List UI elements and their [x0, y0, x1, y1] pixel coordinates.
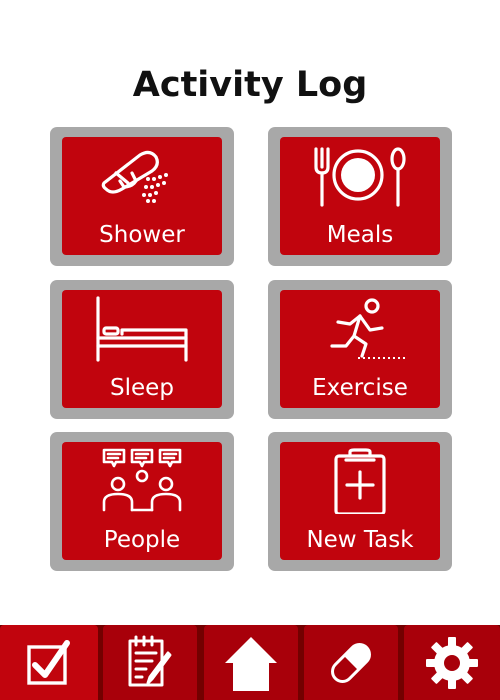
tile-label-exercise: Exercise — [312, 375, 408, 401]
exercise-tile[interactable]: Exercise — [268, 280, 452, 419]
nav-home-button[interactable] — [204, 625, 298, 700]
tile-label-meals: Meals — [326, 222, 394, 248]
shower-icon — [101, 150, 168, 203]
nav-medication-button[interactable] — [304, 625, 398, 700]
tile-label-shower: Shower — [99, 222, 185, 248]
meals-icon — [314, 147, 406, 207]
people-tile[interactable]: People — [50, 432, 234, 571]
running-icon — [330, 298, 406, 359]
shower-tile[interactable]: Shower — [50, 127, 234, 266]
meals-tile[interactable]: Meals — [268, 127, 452, 266]
checkbox-icon — [27, 640, 70, 685]
nav-checklist-button[interactable] — [0, 625, 98, 700]
bed-icon — [96, 296, 188, 362]
people-tile-face[interactable]: People — [62, 442, 222, 560]
home-icon — [225, 637, 277, 691]
people-chat-icon — [102, 448, 182, 512]
bottom-nav-bar — [0, 625, 500, 700]
tile-label-people: People — [103, 527, 181, 553]
sleep-tile-face[interactable]: Sleep — [62, 290, 222, 408]
pill-icon — [331, 643, 371, 683]
sleep-tile[interactable]: Sleep — [50, 280, 234, 419]
shower-tile-face[interactable]: Shower — [62, 137, 222, 255]
notes-edit-icon — [128, 635, 172, 687]
exercise-tile-face[interactable]: Exercise — [280, 290, 440, 408]
tile-label-new-task: New Task — [306, 527, 414, 553]
clipboard-add-icon — [334, 448, 386, 514]
page-title: Activity Log — [132, 65, 368, 105]
tile-label-sleep: Sleep — [110, 375, 174, 401]
nav-notes-button[interactable] — [103, 625, 197, 700]
nav-settings-button[interactable] — [404, 625, 500, 700]
gear-icon — [426, 637, 478, 689]
new-task-tile-face[interactable]: New Task — [280, 442, 440, 560]
meals-tile-face[interactable]: Meals — [280, 137, 440, 255]
new-task-tile[interactable]: New Task — [268, 432, 452, 571]
